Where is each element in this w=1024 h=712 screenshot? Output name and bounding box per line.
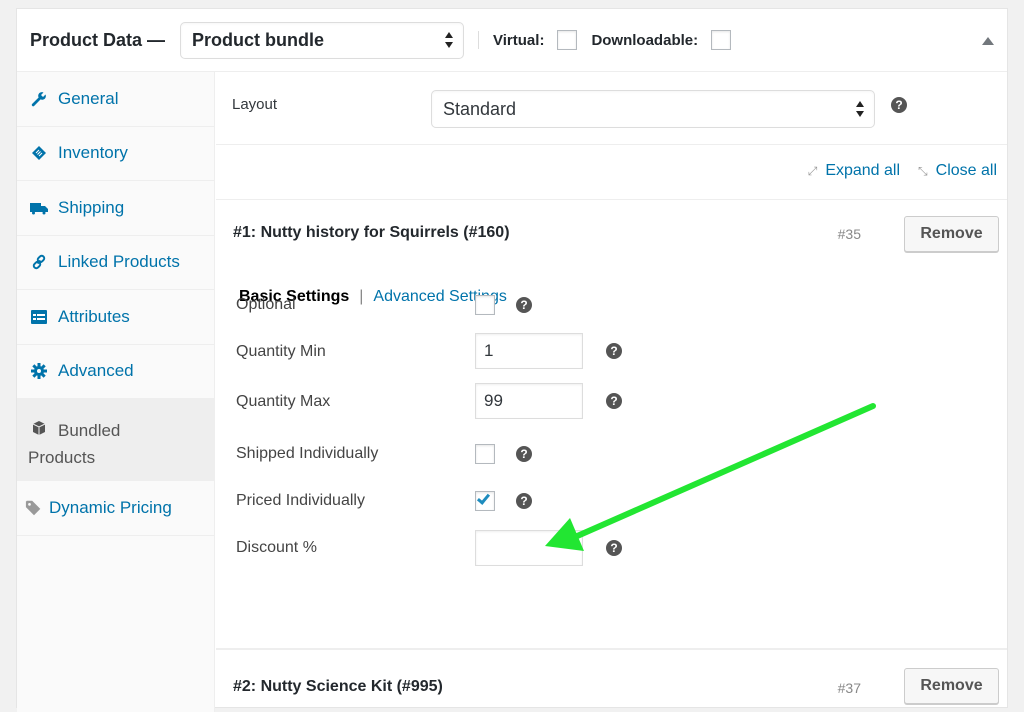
bundled-item-title: #2: Nutty Science Kit (#995) — [233, 678, 443, 695]
bundled-item-2[interactable]: #2: Nutty Science Kit (#995) #37 Remove — [216, 648, 1007, 708]
help-icon[interactable]: ? — [516, 297, 532, 313]
tab-shipping[interactable]: Shipping — [17, 181, 214, 236]
layout-label: Layout — [232, 96, 278, 113]
optional-label: Optional — [236, 296, 296, 313]
layout-row: Layout Standard ? — [216, 72, 1007, 145]
optional-checkbox[interactable] — [475, 295, 495, 315]
remove-button[interactable]: Remove — [904, 668, 999, 704]
virtual-label: Virtual: — [493, 31, 545, 49]
tab-linked-products[interactable]: Linked Products — [17, 236, 214, 290]
tag-icon — [30, 144, 48, 162]
expand-all-label: Expand all — [825, 162, 901, 179]
panel-title: Product Data — — [30, 29, 166, 50]
product-data-panel: Product Data — Product bundle Virtual: D… — [16, 8, 1008, 712]
select-arrows-icon — [856, 101, 864, 117]
shipped-individually-label: Shipped Individually — [236, 445, 379, 462]
tab-label: Inventory — [58, 143, 128, 163]
layout-select[interactable]: Standard — [431, 90, 875, 128]
layout-value: Standard — [443, 98, 517, 119]
collapse-arrows-icon: ⤡ — [918, 163, 928, 178]
select-arrows-icon — [445, 32, 454, 48]
discount-label: Discount % — [236, 539, 317, 556]
bundled-item-id: #37 — [837, 680, 861, 696]
tab-label: Attributes — [58, 306, 130, 326]
tab-general[interactable]: General — [17, 72, 214, 127]
truck-icon — [30, 199, 48, 217]
tab-bundled-products[interactable]: Bundled Products — [17, 399, 214, 481]
bundled-item-title: #1: Nutty history for Squirrels (#160) — [233, 224, 510, 241]
bundle-toolbar: ⤢ Expand all ⤡ Close all — [216, 145, 1007, 200]
help-icon[interactable]: ? — [516, 446, 532, 462]
tab-label: Dynamic Pricing — [49, 497, 172, 517]
link-icon — [30, 253, 48, 271]
help-icon[interactable]: ? — [606, 393, 622, 409]
bundled-item-id: #35 — [837, 226, 861, 242]
help-icon[interactable]: ? — [606, 343, 622, 359]
box-icon — [30, 419, 48, 437]
help-icon[interactable]: ? — [891, 97, 907, 113]
tab-advanced[interactable]: Advanced — [17, 345, 214, 399]
downloadable-label: Downloadable: — [591, 31, 699, 49]
shipped-individually-checkbox[interactable] — [475, 444, 495, 464]
tab-inventory[interactable]: Inventory — [17, 127, 214, 181]
bundled-products-content: Layout Standard ? ⤢ Expand all ⤡ Close a… — [216, 72, 1007, 704]
tab-separator: | — [359, 288, 364, 305]
product-type-value: Product bundle — [192, 29, 325, 50]
virtual-checkbox[interactable] — [557, 30, 578, 50]
header-divider — [478, 31, 480, 49]
remove-button[interactable]: Remove — [904, 216, 999, 252]
expand-all-link[interactable]: ⤢ Expand all — [808, 162, 900, 180]
tab-label: General — [58, 88, 119, 108]
downloadable-checkbox[interactable] — [711, 30, 732, 50]
list-icon — [30, 308, 48, 326]
bundled-item-header[interactable]: #1: Nutty history for Squirrels (#160) #… — [216, 200, 1007, 266]
quantity-min-input[interactable] — [475, 333, 583, 369]
collapse-triangle-icon[interactable] — [982, 37, 994, 45]
quantity-min-label: Quantity Min — [236, 343, 326, 360]
priced-individually-label: Priced Individually — [236, 492, 365, 509]
tab-label: Advanced — [58, 361, 134, 381]
tab-attributes[interactable]: Attributes — [17, 290, 214, 345]
tab-dynamic-pricing[interactable]: Dynamic Pricing — [17, 481, 214, 536]
product-data-header: Product Data — Product bundle Virtual: D… — [17, 9, 1007, 72]
discount-input[interactable] — [475, 530, 583, 566]
expand-arrows-icon: ⤢ — [807, 163, 818, 178]
help-icon[interactable]: ? — [606, 540, 622, 556]
quantity-max-input[interactable] — [475, 383, 583, 419]
gear-icon — [30, 362, 48, 380]
product-type-select[interactable]: Product bundle — [180, 21, 465, 59]
tab-label: Linked Products — [58, 252, 180, 272]
close-all-label: Close all — [935, 162, 997, 179]
close-all-link[interactable]: ⤡ Close all — [918, 162, 997, 180]
tab-label-line2: Products — [28, 448, 96, 467]
quantity-max-label: Quantity Max — [236, 393, 331, 410]
price-tag-icon — [25, 499, 43, 517]
priced-individually-checkbox[interactable] — [475, 491, 495, 511]
wrench-icon — [30, 90, 48, 108]
checkmark-icon — [476, 491, 491, 505]
tab-label-line1: Bundled — [58, 421, 121, 440]
tab-label: Shipping — [58, 197, 125, 217]
help-icon[interactable]: ? — [516, 493, 532, 509]
product-data-tabs: General Inventory Shipping Linked Produc… — [17, 72, 215, 712]
bundled-item-1: #1: Nutty history for Squirrels (#160) #… — [216, 200, 1007, 305]
